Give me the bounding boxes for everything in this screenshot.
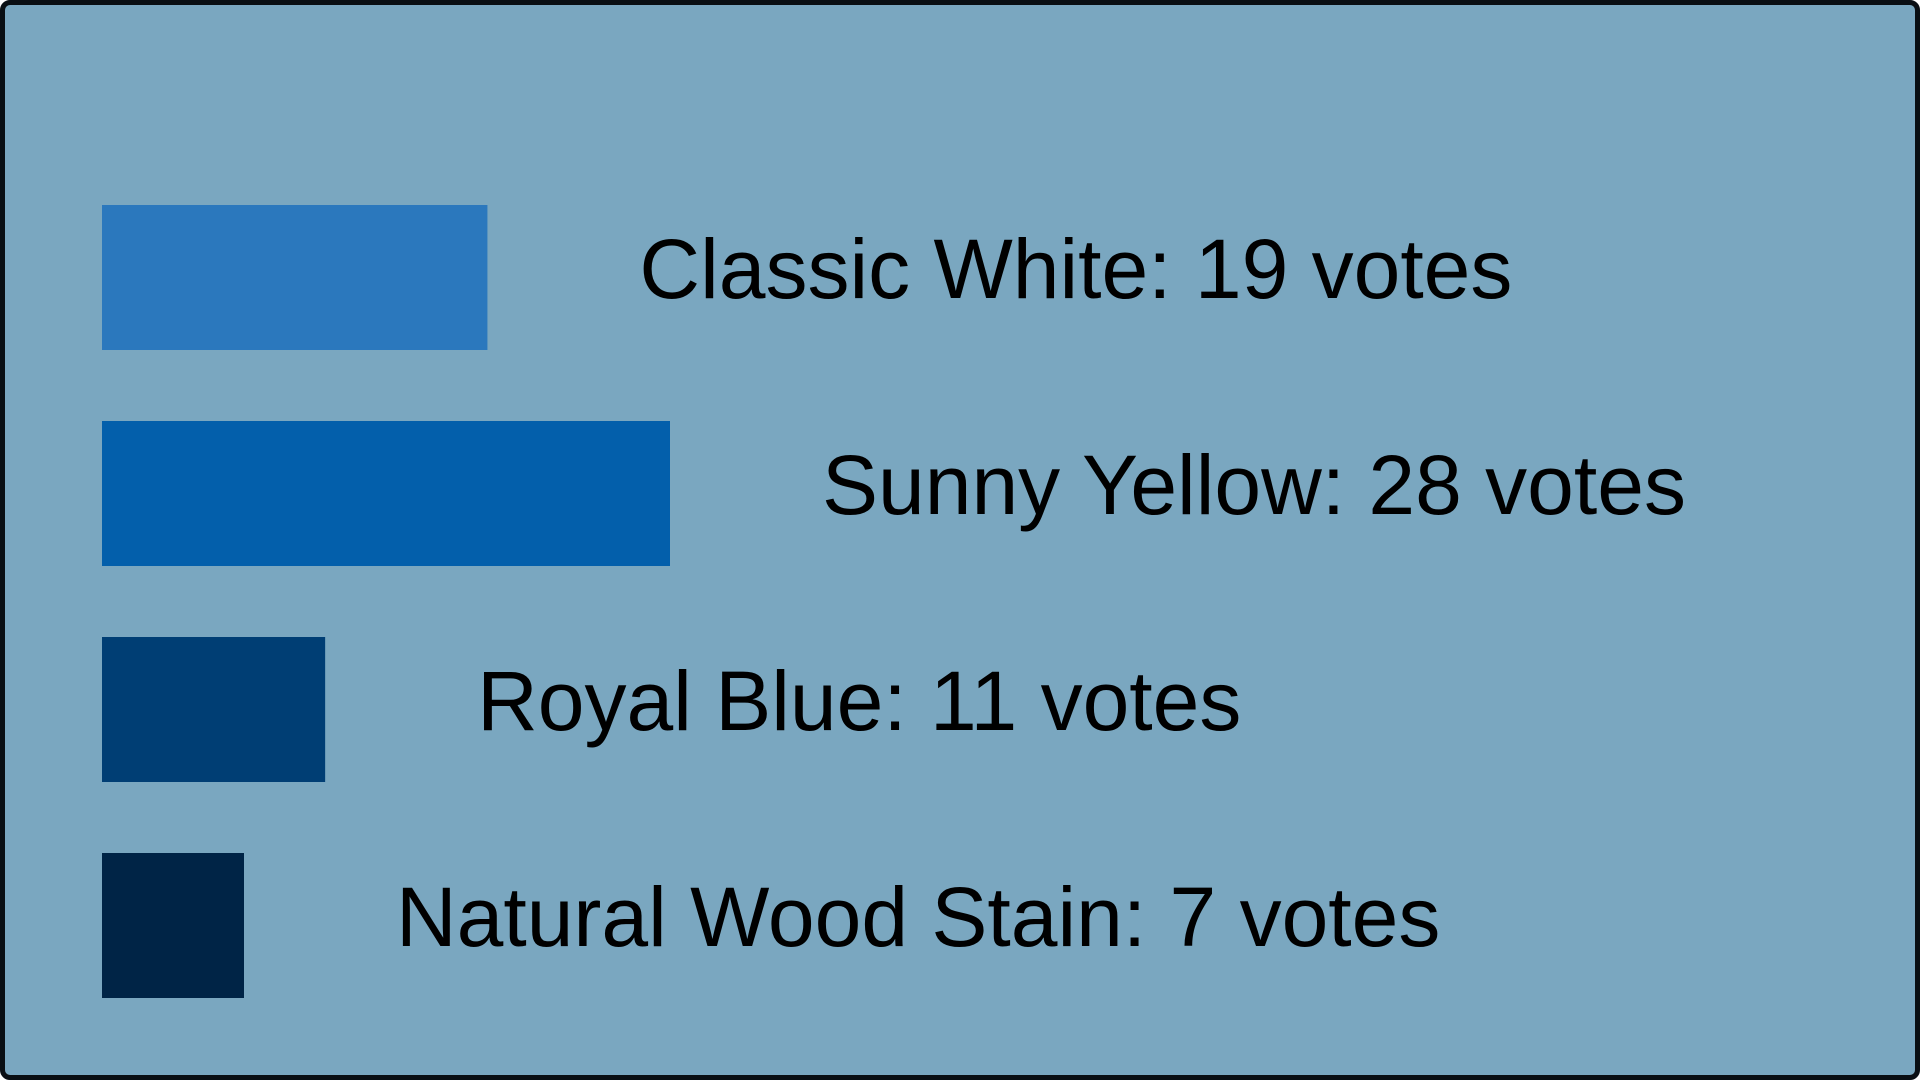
bar-royal-blue — [102, 637, 326, 782]
bar-chart: Classic White: 19 votes Sunny Yellow: 28 … — [102, 205, 1686, 998]
bar-classic-white — [102, 205, 488, 350]
bar-label-natural-wood-stain: Natural Wood Stain: 7 votes — [396, 870, 1440, 964]
bar-label-sunny-yellow: Sunny Yellow: 28 votes — [822, 438, 1686, 532]
chart-panel: Classic White: 19 votes Sunny Yellow: 28 … — [0, 0, 1920, 1080]
bar-label-classic-white: Classic White: 19 votes — [639, 222, 1512, 316]
bar-sunny-yellow — [102, 421, 670, 566]
bar-label-royal-blue: Royal Blue: 11 votes — [477, 654, 1241, 748]
bar-natural-wood-stain — [102, 853, 244, 998]
